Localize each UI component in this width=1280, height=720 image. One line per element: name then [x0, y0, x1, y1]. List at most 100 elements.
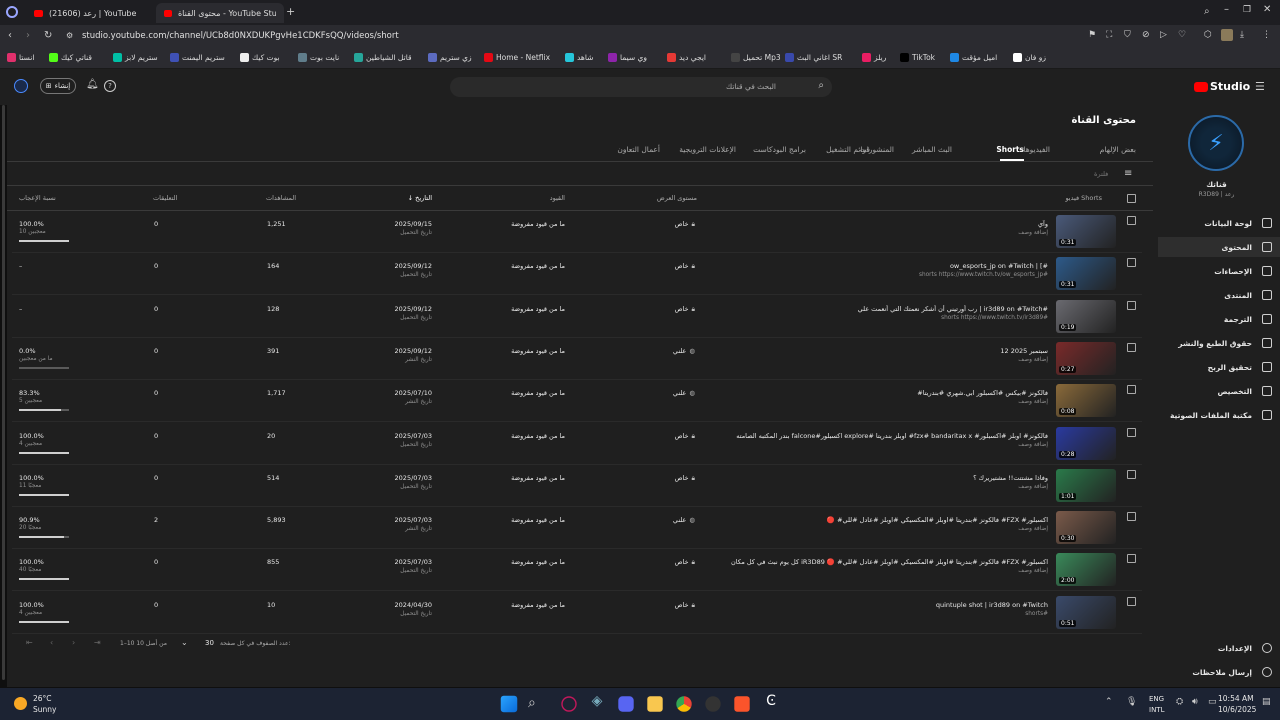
row-checkbox[interactable]: [1127, 469, 1136, 479]
bookmark-item[interactable]: اغاني البث SR: [785, 53, 842, 62]
row-checkbox[interactable]: [1127, 596, 1136, 606]
col-restrictions[interactable]: القيود: [550, 194, 565, 202]
chrome-icon[interactable]: [676, 696, 692, 712]
visibility-value[interactable]: خاص 🔒︎: [675, 305, 695, 314]
nav-item-1[interactable]: المحتوى: [1158, 237, 1280, 257]
tab-8[interactable]: أعمال التعاون: [617, 145, 660, 154]
play-icon[interactable]: ▷: [1160, 30, 1167, 40]
browser-menu-icon[interactable]: [6, 6, 18, 18]
row-checkbox[interactable]: [1127, 554, 1136, 564]
notification-center-icon[interactable]: ▤: [1262, 697, 1271, 707]
video-thumbnail[interactable]: 0:30: [1056, 511, 1116, 545]
nav-item-8[interactable]: مكتبة الملفات الصوتية: [1170, 405, 1272, 425]
video-thumbnail[interactable]: 0:51: [1056, 595, 1116, 629]
tab-2[interactable]: Shorts: [996, 145, 1024, 154]
studio-logo[interactable]: Studio: [1194, 80, 1250, 93]
row-checkbox[interactable]: [1127, 258, 1136, 268]
browser-tab-youtube[interactable]: (21606) رعد | YouTube: [26, 3, 154, 23]
visibility-value[interactable]: خاص 🔒︎: [675, 601, 695, 610]
bookmark-item[interactable]: قناتي كيك: [49, 53, 92, 62]
filter-input[interactable]: فلترة: [1094, 170, 1108, 178]
tab-5[interactable]: قوائم التشغيل: [826, 145, 870, 154]
volume-icon[interactable]: 🔊︎: [1192, 697, 1198, 707]
tab-3[interactable]: البث المباشر: [912, 145, 952, 154]
url-field[interactable]: studio.youtube.com/channel/UCb8d0NXDUKPg…: [82, 31, 399, 41]
col-date[interactable]: ↓ التاريخ: [408, 194, 432, 202]
next-page-icon[interactable]: ›: [72, 638, 75, 647]
discord-icon[interactable]: [618, 696, 634, 712]
video-title[interactable]: بندر المكتبه الصامته falcone#اكسبلور exp…: [736, 432, 1048, 440]
row-checkbox[interactable]: [1127, 427, 1136, 437]
col-comments[interactable]: التعليقات: [153, 194, 177, 202]
video-thumbnail[interactable]: 0:31: [1056, 215, 1116, 248]
lang-top[interactable]: ENG: [1149, 695, 1164, 703]
video-title[interactable]: رب أورتيني أن أشكر نعمتك التي أنعمت علي …: [858, 305, 1048, 313]
extensions-icon[interactable]: ⬡: [1204, 30, 1212, 40]
bookmark-item[interactable]: نايت بوت: [298, 53, 339, 62]
nav-bottom-item-0[interactable]: الإعدادات: [1218, 638, 1272, 658]
heart-icon[interactable]: ♡: [1178, 30, 1186, 40]
bookmark-item[interactable]: انستا: [7, 53, 34, 62]
video-thumbnail[interactable]: 0:27: [1056, 341, 1116, 375]
nav-bottom-item-1[interactable]: إرسال ملاحظات: [1192, 662, 1272, 682]
tab-7[interactable]: الإعلانات الترويجية: [679, 145, 736, 154]
video-title[interactable]: 🔴 #فالكونز #بندريتا #اوبلز #المكسيكي #او…: [827, 516, 1048, 524]
channel-search-input[interactable]: البحث في قناتك ⌕: [450, 77, 832, 97]
tab-0[interactable]: بعض الإلهام: [1100, 145, 1136, 154]
shield-icon[interactable]: ⛉: [1124, 30, 1131, 40]
video-title[interactable]: quintuple shot | ir3d89 on #Twitch: [936, 601, 1048, 609]
row-checkbox[interactable]: [1127, 216, 1136, 225]
profile-avatar[interactable]: [1221, 29, 1233, 41]
forward-icon[interactable]: ›: [26, 30, 30, 41]
scrollbar[interactable]: [2, 105, 5, 680]
first-page-icon[interactable]: ⇤: [26, 638, 33, 647]
video-thumbnail[interactable]: 0:28: [1056, 426, 1116, 460]
brave-icon[interactable]: [734, 696, 750, 712]
bookmark-item[interactable]: زي ستريم: [428, 53, 472, 62]
bookmark-item[interactable]: ستريم لابز: [113, 53, 158, 62]
new-tab-button[interactable]: +: [286, 5, 295, 18]
clock-time[interactable]: 10:54 AM: [1218, 694, 1254, 703]
app-icon[interactable]: ◈: [586, 693, 608, 715]
video-thumbnail[interactable]: 2:00: [1056, 553, 1116, 587]
video-thumbnail[interactable]: 0:08: [1056, 384, 1116, 418]
bookmark-item[interactable]: تحميل Mp3: [731, 53, 781, 62]
visibility-value[interactable]: خاص 🔒︎: [675, 432, 695, 441]
visibility-value[interactable]: علني ◍: [673, 347, 695, 355]
row-checkbox[interactable]: [1127, 342, 1136, 352]
close-icon[interactable]: ✕: [1263, 4, 1271, 15]
file-explorer-icon[interactable]: [647, 696, 663, 712]
opera-icon[interactable]: [561, 696, 577, 712]
adblock-icon[interactable]: ⊘: [1142, 30, 1150, 40]
chevron-down-icon[interactable]: ⌄: [181, 638, 188, 647]
obs-icon[interactable]: [705, 696, 721, 712]
search-icon[interactable]: ⌕: [818, 80, 824, 91]
row-checkbox[interactable]: [1127, 300, 1136, 310]
account-avatar[interactable]: [14, 79, 28, 93]
nav-item-4[interactable]: الترجمة: [1224, 309, 1272, 329]
bookmark-item[interactable]: زو فان: [1013, 53, 1046, 62]
bookmark-icon[interactable]: ⚑: [1088, 30, 1096, 40]
capcut-icon[interactable]: Ͼ: [760, 693, 782, 715]
visibility-value[interactable]: علني ◍: [673, 516, 695, 524]
bookmark-item[interactable]: اميل مؤقت: [950, 53, 997, 62]
row-checkbox[interactable]: [1127, 385, 1136, 395]
visibility-value[interactable]: خاص 🔒︎: [675, 220, 695, 229]
bookmark-item[interactable]: بوت كيك: [240, 53, 280, 62]
help-icon[interactable]: ?: [104, 80, 116, 92]
nav-item-6[interactable]: تحقيق الربح: [1208, 357, 1272, 377]
minimize-icon[interactable]: –: [1224, 4, 1229, 15]
mic-icon[interactable]: 🎙︎: [1126, 697, 1137, 707]
nav-item-2[interactable]: الإحصاءات: [1214, 261, 1272, 281]
video-thumbnail[interactable]: 0:19: [1056, 299, 1116, 333]
bookmark-item[interactable]: وي سيما: [608, 53, 647, 62]
notifications-bell-icon[interactable]: 🔔︎: [86, 79, 99, 90]
visibility-value[interactable]: خاص 🔒︎: [675, 262, 695, 271]
video-title[interactable]: ow_esports_jp on #Twitch | [#: [950, 262, 1048, 270]
col-views[interactable]: المشاهدات: [266, 194, 296, 202]
video-thumbnail[interactable]: 0:31: [1056, 257, 1116, 291]
visibility-value[interactable]: خاص 🔒︎: [675, 474, 695, 483]
nav-item-0[interactable]: لوحة البيانات: [1204, 213, 1272, 233]
download-icon[interactable]: ⤓: [1240, 30, 1244, 40]
hamburger-menu-icon[interactable]: ☰: [1255, 80, 1265, 93]
